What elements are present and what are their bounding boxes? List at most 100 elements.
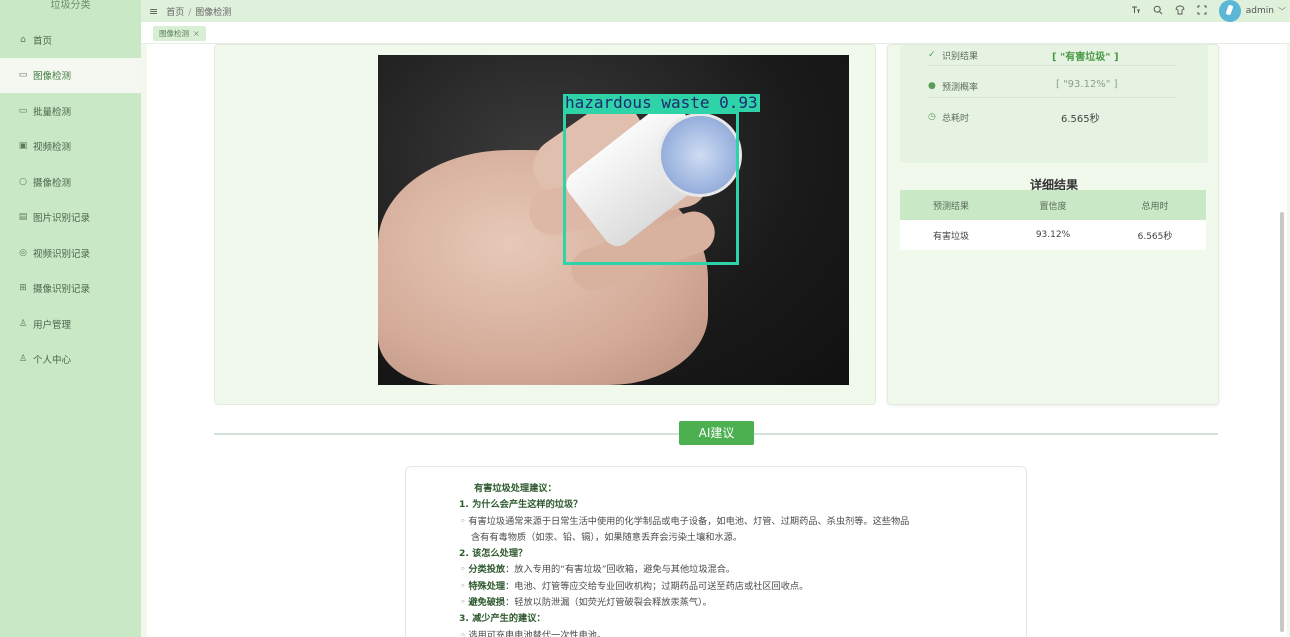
sidebar-item-label: 个人中心 bbox=[33, 355, 72, 367]
ai-bullet-text: ：放入专用的“有害垃圾”回收箱，避免与其他垃圾混合。 bbox=[505, 564, 736, 576]
avatar[interactable] bbox=[1218, 0, 1241, 22]
ai-bullet: 特殊处理：电池、灯管等应交给专业回收机构；过期药品可送至药店或社区回收点。 bbox=[459, 579, 979, 595]
top-bar: ≡ 首页 / 图像检测 admin ﹀ bbox=[141, 0, 1290, 22]
stat-time-label: 总耗时 bbox=[942, 113, 970, 124]
ai-answer-1-line-2: 含有有毒物质（如汞、铅、镉），如果随意丢弃会污染土壤和水源。 bbox=[471, 531, 743, 543]
divider bbox=[928, 97, 1176, 98]
profile-icon: ♙ bbox=[18, 354, 28, 365]
sidebar-item-label: 图片识别记录 bbox=[33, 213, 91, 225]
theme-icon[interactable] bbox=[1169, 5, 1191, 18]
batch-icon: ▭ bbox=[18, 105, 28, 116]
username[interactable]: admin bbox=[1246, 6, 1274, 16]
result-card: ✓ 识别结果 [ "有害垃圾" ] ● 预测概率 [ "93.12%" ] ◷ … bbox=[887, 44, 1219, 405]
chevron-down-icon[interactable]: ﹀ bbox=[1278, 6, 1286, 17]
table-row: 有害垃圾 93.12% 6.565秒 bbox=[900, 220, 1206, 250]
font-size-icon[interactable] bbox=[1125, 5, 1147, 18]
video-icon: ▣ bbox=[18, 141, 28, 152]
tab-label: 图像检测 bbox=[159, 29, 189, 38]
sidebar-item-label: 图像检测 bbox=[33, 71, 72, 83]
sidebar-item-video-records[interactable]: ◎ 视频识别记录 bbox=[0, 235, 141, 271]
scrollbar[interactable] bbox=[1280, 212, 1284, 632]
ai-suggestion-card: 有害垃圾处理建议： 1. 为什么会产生这样的垃圾？ 有害垃圾通常来源于日常生活中… bbox=[405, 466, 1027, 637]
sidebar-item-label: 视频识别记录 bbox=[33, 248, 91, 260]
table-header: 预测结果 置信度 总用时 bbox=[900, 190, 1206, 220]
top-tools: admin ﹀ bbox=[1125, 0, 1290, 22]
image-icon: ▭ bbox=[18, 70, 28, 81]
sidebar-item-batch-detect[interactable]: ▭ 批量检测 bbox=[0, 93, 141, 129]
ai-heading: 有害垃圾处理建议： bbox=[474, 483, 557, 494]
stat-prob-label: 预测概率 bbox=[942, 82, 979, 93]
sidebar-item-camera-records[interactable]: ⊞ 摄像识别记录 bbox=[0, 271, 141, 307]
header-cell: 总用时 bbox=[1141, 201, 1169, 212]
sidebar-item-user-management[interactable]: ♙ 用户管理 bbox=[0, 306, 141, 342]
app-brand: 垃圾分类 bbox=[50, 0, 91, 11]
tab-image-detect[interactable]: 图像检测 × bbox=[153, 26, 206, 41]
ai-bullet-key: 特殊处理 bbox=[468, 580, 506, 592]
image-card: hazardous waste 0.93 bbox=[214, 44, 876, 405]
ai-question-3: 3. 减少产生的建议： bbox=[459, 613, 546, 625]
ai-question-1: 1. 为什么会产生这样的垃圾？ bbox=[459, 499, 583, 511]
stat-time: ◷ 总耗时 bbox=[928, 109, 969, 125]
video-record-icon: ◎ bbox=[19, 247, 27, 258]
stat-time-value: 6.565秒 bbox=[1061, 114, 1100, 125]
breadcrumb-current: 图像检测 bbox=[195, 7, 232, 18]
sidebar-item-label: 摄像检测 bbox=[33, 177, 72, 189]
sidebar-item-profile[interactable]: ♙ 个人中心 bbox=[0, 342, 141, 378]
sidebar-item-image-detect[interactable]: ▭ 图像检测 bbox=[0, 57, 141, 93]
check-icon: ✓ bbox=[928, 50, 936, 60]
sidebar-menu: ⌂ 首页 ▭ 图像检测 ▭ 批量检测 ▣ 视频检测 ○ 摄像检测 ▤ 图片识别记… bbox=[0, 22, 141, 377]
header-cell: 预测结果 bbox=[932, 201, 969, 212]
sidebar-item-camera-detect[interactable]: ○ 摄像检测 bbox=[0, 164, 141, 200]
ai-answer-1-line-1: 有害垃圾通常来源于日常生活中使用的化学制品或电子设备，如电池、灯管、过期药品、杀… bbox=[459, 514, 979, 530]
location-pin-icon: ● bbox=[928, 81, 936, 91]
detection-image: hazardous waste 0.93 bbox=[378, 55, 849, 385]
ai-bullet-key: 避免破损 bbox=[468, 597, 506, 609]
stats-panel: ✓ 识别结果 [ "有害垃圾" ] ● 预测概率 [ "93.12%" ] ◷ … bbox=[900, 45, 1208, 163]
breadcrumb: 首页 / 图像检测 bbox=[166, 5, 231, 18]
stat-result-label: 识别结果 bbox=[942, 51, 979, 62]
table-cell: 有害垃圾 bbox=[932, 231, 969, 242]
search-icon[interactable] bbox=[1147, 5, 1169, 18]
ai-bullet: 避免破损：轻放以防泄漏（如荧光灯管破裂会释放汞蒸气）。 bbox=[459, 595, 979, 611]
divider bbox=[928, 65, 1176, 66]
fullscreen-icon[interactable] bbox=[1191, 5, 1213, 18]
stat-result: ✓ 识别结果 bbox=[928, 47, 978, 63]
breadcrumb-separator: / bbox=[188, 7, 192, 18]
stat-probability: ● 预测概率 bbox=[928, 78, 978, 94]
detection-bounding-box bbox=[563, 111, 739, 265]
sidebar-item-label: 视频检测 bbox=[33, 142, 72, 154]
sidebar-item-label: 用户管理 bbox=[33, 319, 72, 331]
home-icon: ⌂ bbox=[20, 34, 26, 45]
ai-suggestion-text: 有害垃圾处理建议： 1. 为什么会产生这样的垃圾？ 有害垃圾通常来源于日常生活中… bbox=[459, 481, 979, 637]
sidebar-item-video-detect[interactable]: ▣ 视频检测 bbox=[0, 129, 141, 165]
breadcrumb-home[interactable]: 首页 bbox=[166, 8, 184, 18]
ai-bullet-key: 分类投放 bbox=[468, 564, 506, 576]
camera-record-icon: ⊞ bbox=[19, 283, 27, 294]
ai-bullet-text: ：电池、灯管等应交给专业回收机构；过期药品可送至药店或社区回收点。 bbox=[505, 580, 809, 592]
sidebar: 垃圾分类 ⌂ 首页 ▭ 图像检测 ▭ 批量检测 ▣ 视频检测 ○ 摄像检测 ▤ … bbox=[0, 0, 141, 637]
detail-table: 预测结果 置信度 总用时 有害垃圾 93.12% 6.565秒 bbox=[900, 190, 1206, 250]
close-icon[interactable]: × bbox=[193, 29, 200, 38]
tab-bar: 图像检测 × bbox=[141, 22, 1290, 44]
menu-toggle-icon[interactable]: ≡ bbox=[149, 5, 158, 18]
clock-icon: ◷ bbox=[928, 112, 936, 122]
camera-icon: ○ bbox=[19, 176, 27, 187]
table-cell: 6.565秒 bbox=[1137, 231, 1173, 242]
sidebar-item-image-records[interactable]: ▤ 图片识别记录 bbox=[0, 200, 141, 236]
detection-label: hazardous waste 0.93 bbox=[563, 93, 760, 112]
ai-question-2: 2. 该怎么处理？ bbox=[459, 548, 528, 560]
table-cell: 93.12% bbox=[1035, 230, 1071, 240]
stat-result-value: [ "有害垃圾" ] bbox=[1052, 52, 1119, 63]
sidebar-item-home[interactable]: ⌂ 首页 bbox=[0, 22, 141, 58]
sidebar-item-label: 首页 bbox=[33, 35, 53, 47]
ai-suggestion-button[interactable]: AI建议 bbox=[679, 421, 754, 445]
ai-bullet: 分类投放：放入专用的“有害垃圾”回收箱，避免与其他垃圾混合。 bbox=[459, 562, 979, 578]
ai-bullet-text: ：轻放以防泄漏（如荧光灯管破裂会释放汞蒸气）。 bbox=[505, 597, 712, 609]
stat-prob-value: [ "93.12%" ] bbox=[1056, 79, 1118, 90]
sidebar-item-label: 批量检测 bbox=[33, 106, 72, 118]
ai-bullet: 选用可充电电池替代一次性电池。 bbox=[459, 628, 979, 637]
sidebar-item-label: 摄像识别记录 bbox=[33, 284, 91, 296]
user-icon: ♙ bbox=[18, 318, 28, 329]
image-record-icon: ▤ bbox=[18, 212, 28, 223]
header-cell: 置信度 bbox=[1039, 201, 1067, 212]
